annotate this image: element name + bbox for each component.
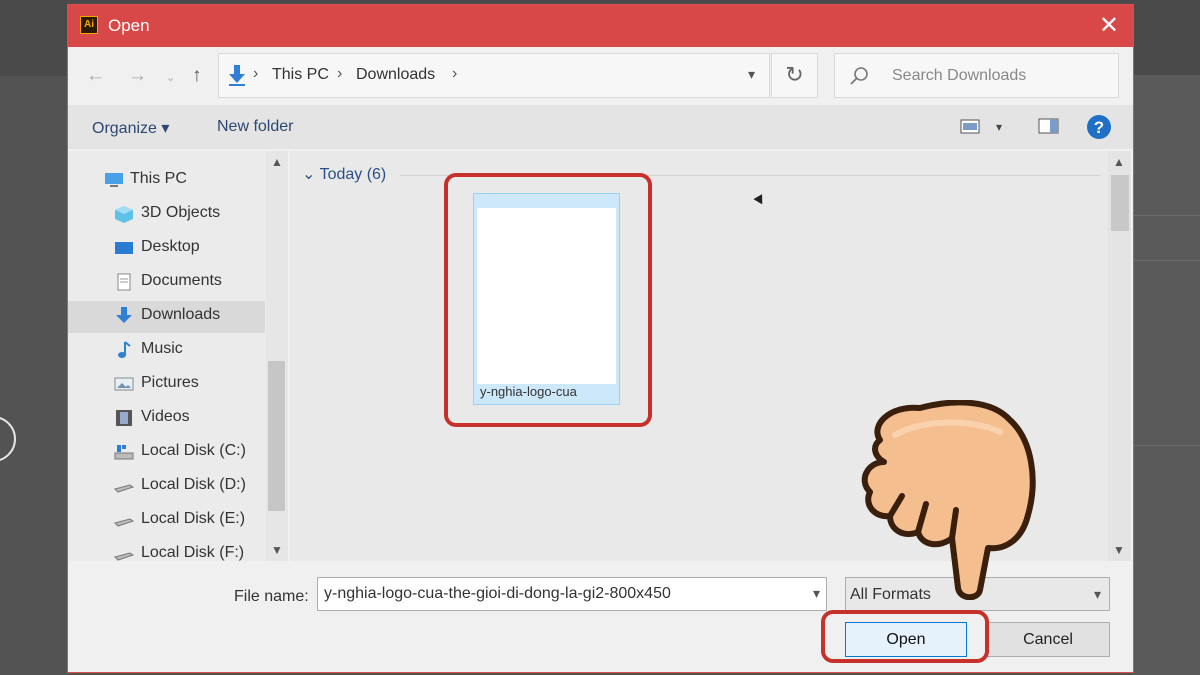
film-icon <box>116 410 132 426</box>
up-arrow-icon[interactable]: ↑ <box>192 65 202 87</box>
scroll-up-chevron-icon[interactable]: ▲ <box>271 155 283 169</box>
file-name-dropdown-chevron-icon[interactable]: ▾ <box>813 585 820 602</box>
pointing-hand-icon <box>861 400 1036 600</box>
preview-pane-icon[interactable] <box>1038 117 1060 135</box>
drive-icon <box>114 484 134 493</box>
nav-item-this-pc[interactable]: This PC <box>68 165 265 197</box>
format-dropdown-chevron-icon: ▾ <box>1093 586 1101 602</box>
breadcrumb-this-pc[interactable]: This PC <box>272 66 329 84</box>
cancel-button[interactable]: Cancel <box>986 622 1110 657</box>
scroll-down-chevron-icon[interactable]: ▼ <box>271 543 283 557</box>
breadcrumb-separator-icon: › <box>253 65 259 82</box>
breadcrumb-downloads[interactable]: Downloads <box>356 66 435 84</box>
file-name-field[interactable]: ▾ <box>317 577 827 611</box>
file-name-input[interactable] <box>322 584 806 604</box>
document-icon <box>117 273 131 291</box>
help-icon[interactable]: ? <box>1086 114 1112 140</box>
svg-text:?: ? <box>1094 118 1104 137</box>
nav-item-desktop[interactable]: Desktop <box>68 233 265 265</box>
music-icon <box>118 341 131 358</box>
nav-item-local-disk-e[interactable]: Local Disk (E:) <box>68 505 265 537</box>
address-dropdown-chevron-icon[interactable]: ▾ <box>748 66 755 83</box>
scrollbar-thumb[interactable] <box>1111 175 1129 231</box>
navigation-row: ← → ⌄ ↑ › This PC › Downloads › ▾ ↻ Sear… <box>68 51 1133 103</box>
download-icon <box>116 307 132 323</box>
search-icon <box>850 67 868 85</box>
breadcrumb-separator-icon[interactable]: › <box>452 65 457 83</box>
title-bar: Ai Open ✕ <box>68 5 1133 47</box>
file-name-label: File name: <box>234 588 309 605</box>
dialog-title: Open <box>108 16 150 35</box>
navigation-pane: This PC 3D Objects Desktop Documents Dow… <box>68 151 288 561</box>
new-folder-button[interactable]: New folder <box>217 118 293 136</box>
background-circle-icon <box>0 416 16 462</box>
scrollbar-thumb[interactable] <box>268 361 285 511</box>
nav-item-3d-objects[interactable]: 3D Objects <box>68 199 265 231</box>
cube-icon <box>115 206 133 223</box>
forward-arrow-icon[interactable]: → <box>128 65 147 87</box>
organize-menu[interactable]: Organize ▾ <box>92 118 169 138</box>
computer-icon <box>105 173 123 187</box>
drive-icon <box>114 518 134 527</box>
nav-item-pictures[interactable]: Pictures <box>68 369 265 401</box>
pictures-icon <box>114 377 134 391</box>
drive-icon <box>114 445 134 460</box>
file-highlight-annotation <box>444 173 652 427</box>
scroll-down-chevron-icon[interactable]: ▼ <box>1113 543 1125 557</box>
back-arrow-icon[interactable]: ← <box>86 65 105 87</box>
illustrator-app-icon: Ai <box>80 16 98 34</box>
nav-item-local-disk-c[interactable]: Local Disk (C:) <box>68 437 265 469</box>
breadcrumb-separator-icon: › <box>337 65 343 82</box>
search-box[interactable]: Search Downloads <box>834 53 1119 98</box>
group-header-today[interactable]: ⌄ Today (6) <box>302 164 386 184</box>
view-dropdown-chevron-icon[interactable]: ▾ <box>996 120 1002 134</box>
recent-locations-chevron-icon[interactable]: ⌄ <box>166 71 175 84</box>
background-app-panel <box>1134 75 1200 675</box>
scroll-up-chevron-icon[interactable]: ▲ <box>1113 155 1125 169</box>
refresh-icon[interactable]: ↻ <box>771 53 818 98</box>
nav-item-music[interactable]: Music <box>68 335 265 367</box>
command-bar: Organize ▾ New folder ▾ ? <box>68 105 1133 149</box>
search-placeholder: Search Downloads <box>892 67 1027 84</box>
nav-item-videos[interactable]: Videos <box>68 403 265 435</box>
downloads-arrow-icon <box>229 65 245 86</box>
file-pane-scrollbar[interactable]: ▲ ▼ <box>1108 151 1131 561</box>
nav-item-local-disk-d[interactable]: Local Disk (D:) <box>68 471 265 503</box>
nav-item-documents[interactable]: Documents <box>68 267 265 299</box>
view-options-icon[interactable] <box>960 117 982 135</box>
drive-icon <box>114 552 134 561</box>
close-button[interactable]: ✕ <box>1099 11 1119 40</box>
desktop-icon <box>115 242 133 254</box>
open-button-highlight-annotation <box>821 610 989 663</box>
navigation-scrollbar[interactable]: ▲ ▼ <box>266 151 288 561</box>
address-bar[interactable]: › This PC › Downloads › ▾ <box>218 53 770 98</box>
nav-item-downloads[interactable]: Downloads <box>68 301 265 333</box>
